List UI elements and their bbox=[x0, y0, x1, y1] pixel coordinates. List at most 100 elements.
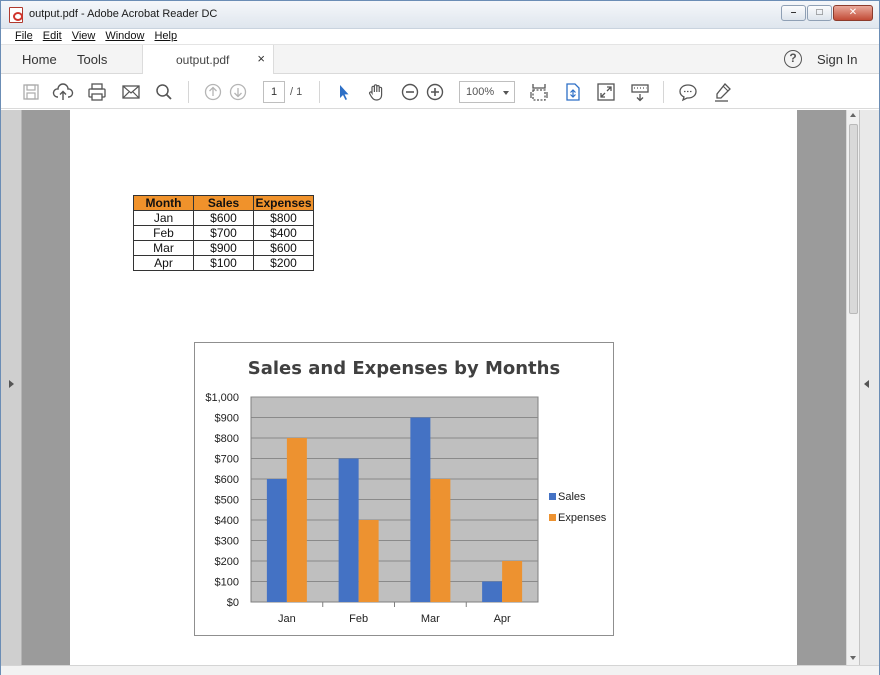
menu-view[interactable]: View bbox=[72, 29, 96, 44]
window-controls: – □ ✕ bbox=[781, 5, 873, 21]
maximize-button[interactable]: □ bbox=[807, 5, 832, 21]
minimize-icon: – bbox=[790, 7, 797, 18]
window-title: output.pdf - Adobe Acrobat Reader DC bbox=[29, 8, 218, 20]
legend-label-sales: Sales bbox=[558, 491, 586, 503]
cloud-upload-icon[interactable] bbox=[52, 81, 74, 103]
print-icon[interactable] bbox=[86, 81, 108, 103]
close-button[interactable]: ✕ bbox=[833, 5, 873, 21]
left-panel-toggle[interactable] bbox=[1, 110, 22, 665]
table-row: Apr $100 $200 bbox=[133, 255, 314, 271]
tools-tab[interactable]: Tools bbox=[77, 52, 107, 67]
table-header-cell: Expenses bbox=[253, 195, 314, 211]
page-down-icon[interactable] bbox=[227, 81, 249, 103]
title-bar: output.pdf - Adobe Acrobat Reader DC – □… bbox=[1, 1, 879, 29]
legend-swatch-expenses bbox=[549, 514, 556, 521]
table-cell: Mar bbox=[133, 240, 194, 256]
scroll-mode-icon[interactable] bbox=[562, 81, 584, 103]
zoom-select[interactable]: 100% bbox=[459, 81, 515, 103]
y-tick-label: $1,000 bbox=[205, 392, 239, 404]
scrollbar-thumb[interactable] bbox=[849, 124, 858, 314]
toolbar-separator bbox=[188, 81, 189, 103]
document-tab[interactable]: output.pdf × bbox=[142, 45, 274, 74]
y-tick-label: $800 bbox=[215, 433, 239, 445]
y-tick-label: $400 bbox=[215, 515, 239, 527]
table-header-cell: Month bbox=[133, 195, 194, 211]
zoom-value: 100% bbox=[466, 86, 495, 98]
y-tick-label: $700 bbox=[215, 454, 239, 466]
chevron-left-icon bbox=[864, 380, 869, 388]
bar-sales-jan bbox=[266, 479, 287, 602]
fit-page-icon[interactable] bbox=[528, 81, 550, 103]
y-tick-label: $300 bbox=[215, 536, 239, 548]
right-panel-toggle[interactable] bbox=[859, 110, 879, 665]
acrobat-app-icon bbox=[9, 7, 23, 23]
page-up-icon[interactable] bbox=[202, 81, 224, 103]
zoom-in-icon[interactable] bbox=[424, 81, 446, 103]
x-tick-label: Feb bbox=[349, 613, 368, 625]
menu-edit[interactable]: Edit bbox=[43, 29, 62, 44]
bar-sales-feb bbox=[338, 458, 359, 602]
comment-icon[interactable] bbox=[677, 81, 699, 103]
chart-title: Sales and Expenses by Months bbox=[248, 358, 560, 379]
document-area[interactable]: Month Sales Expenses Jan $600 $800 Feb $… bbox=[1, 110, 879, 665]
legend-swatch-sales bbox=[549, 493, 556, 500]
highlight-icon[interactable] bbox=[711, 81, 733, 103]
select-arrow-icon[interactable] bbox=[333, 81, 355, 103]
table-cell: $400 bbox=[253, 225, 314, 241]
table-cell: Jan bbox=[133, 210, 194, 226]
x-tick-label: Mar bbox=[421, 613, 440, 625]
bar-sales-apr bbox=[482, 581, 503, 602]
menu-window[interactable]: Window bbox=[105, 29, 144, 44]
table-header-row: Month Sales Expenses bbox=[133, 195, 314, 211]
status-bar bbox=[1, 665, 879, 675]
x-tick-label: Jan bbox=[278, 613, 296, 625]
bar-expenses-feb bbox=[358, 520, 379, 602]
acrobat-window: output.pdf - Adobe Acrobat Reader DC – □… bbox=[0, 0, 880, 675]
bar-sales-mar bbox=[410, 417, 431, 602]
scroll-down-icon[interactable] bbox=[850, 656, 856, 660]
help-icon[interactable]: ? bbox=[784, 50, 802, 68]
tab-close-icon[interactable]: × bbox=[257, 51, 265, 66]
search-icon[interactable] bbox=[153, 81, 175, 103]
menu-help[interactable]: Help bbox=[154, 29, 177, 44]
close-icon: ✕ bbox=[848, 7, 858, 18]
table-row: Mar $900 $600 bbox=[133, 240, 314, 256]
menu-file[interactable]: File bbox=[15, 29, 33, 44]
scroll-up-icon[interactable] bbox=[850, 113, 856, 117]
data-table: Month Sales Expenses Jan $600 $800 Feb $… bbox=[133, 195, 314, 271]
hand-tool-icon[interactable] bbox=[365, 81, 387, 103]
y-tick-label: $200 bbox=[215, 556, 239, 568]
page-total: / 1 bbox=[290, 86, 303, 98]
document-tab-label: output.pdf bbox=[176, 53, 230, 67]
home-tab[interactable]: Home bbox=[22, 52, 57, 67]
toolbar: 1 / 1 100% bbox=[1, 75, 879, 109]
read-mode-icon[interactable] bbox=[629, 81, 651, 103]
pdf-page: Month Sales Expenses Jan $600 $800 Feb $… bbox=[70, 110, 797, 665]
page-number-input[interactable]: 1 bbox=[263, 81, 285, 103]
chevron-right-icon bbox=[9, 380, 14, 388]
y-tick-label: $0 bbox=[227, 597, 239, 609]
table-cell: $600 bbox=[193, 210, 254, 226]
vertical-scrollbar[interactable] bbox=[846, 110, 859, 665]
table-cell: $800 bbox=[253, 210, 314, 226]
bar-chart: Sales and Expenses by Months $0 $100 $200 $3… bbox=[194, 342, 614, 636]
table-cell: $600 bbox=[253, 240, 314, 256]
table-cell: $100 bbox=[193, 255, 254, 271]
table-row: Jan $600 $800 bbox=[133, 210, 314, 226]
table-row: Feb $700 $400 bbox=[133, 225, 314, 241]
table-cell: $700 bbox=[193, 225, 254, 241]
minimize-button[interactable]: – bbox=[781, 5, 806, 21]
chart-svg: Sales and Expenses by Months $0 $100 $200 $3… bbox=[205, 358, 606, 625]
table-cell: $200 bbox=[253, 255, 314, 271]
bar-expenses-apr bbox=[502, 561, 523, 602]
table-header-cell: Sales bbox=[193, 195, 254, 211]
mail-icon[interactable] bbox=[120, 81, 142, 103]
bar-expenses-jan bbox=[286, 438, 307, 602]
chevron-down-icon bbox=[503, 91, 509, 95]
save-icon[interactable] bbox=[20, 81, 42, 103]
toolbar-separator bbox=[663, 81, 664, 103]
sign-in-link[interactable]: Sign In bbox=[817, 52, 857, 67]
y-tick-label: $100 bbox=[215, 577, 239, 589]
fullscreen-icon[interactable] bbox=[595, 81, 617, 103]
zoom-out-icon[interactable] bbox=[399, 81, 421, 103]
